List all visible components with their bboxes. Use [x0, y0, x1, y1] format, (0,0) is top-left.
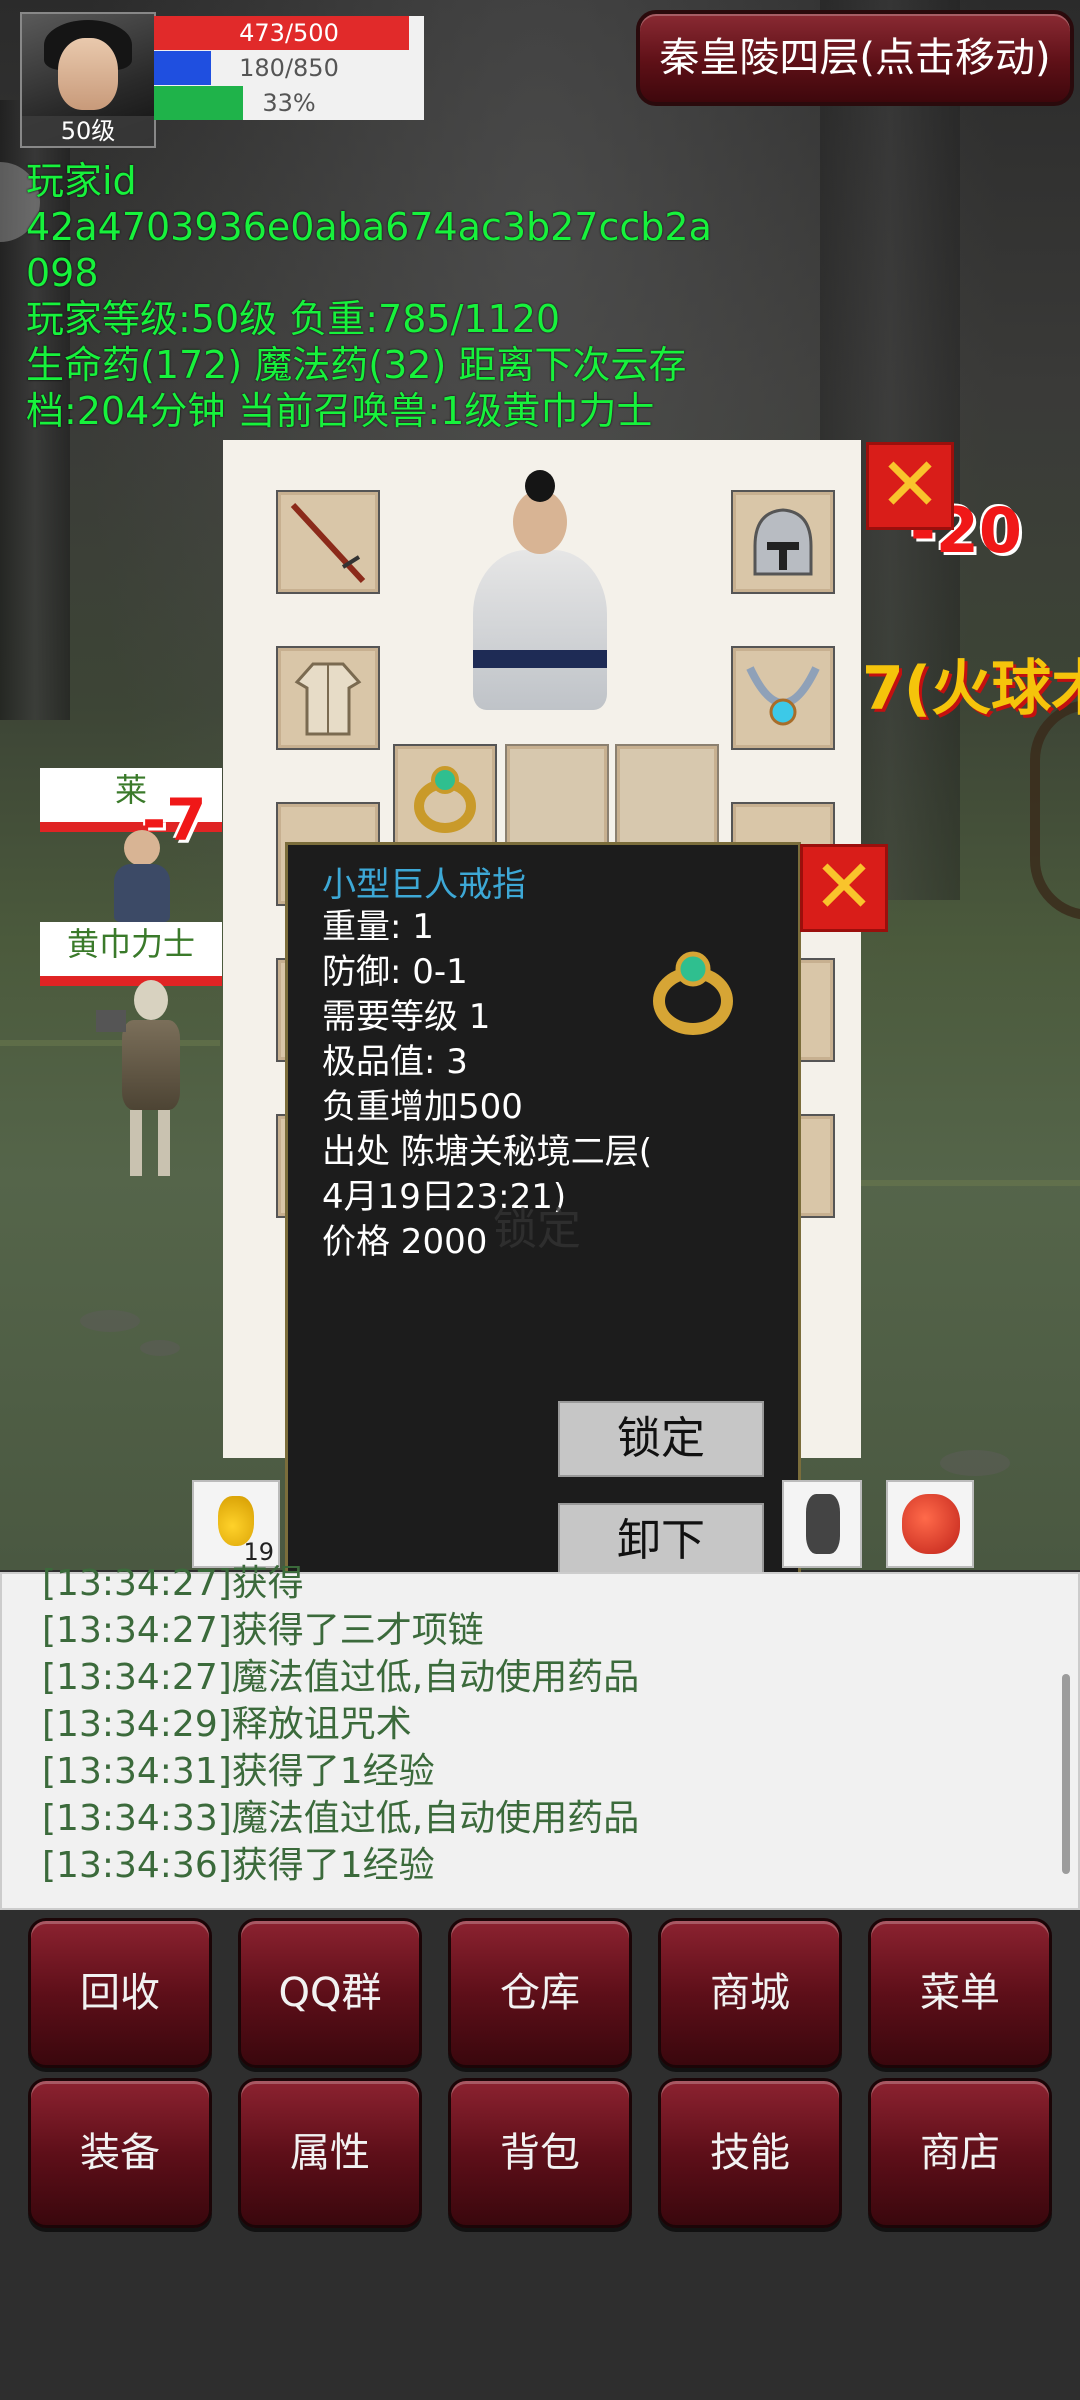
info-line: 档:204分钟 当前召唤兽:1级黄巾力士 — [26, 389, 655, 433]
xp-bar: 33% — [154, 86, 424, 120]
hero-belt — [473, 650, 607, 668]
item-load-bonus: 负重增加500 — [322, 1087, 523, 1127]
item-name: 小型巨人戒指 — [322, 865, 526, 905]
menu-button-8[interactable]: 背包 — [448, 2078, 632, 2228]
menu-button-4[interactable]: 商城 — [658, 1918, 842, 2068]
menu-button-7[interactable]: 属性 — [238, 2078, 422, 2228]
item-source: 出处 陈塘关秘境二层( — [322, 1132, 653, 1172]
map-move-button[interactable]: 秦皇陵四层(点击移动) — [636, 10, 1074, 106]
skeleton-icon — [806, 1494, 840, 1554]
log-entry: [13:34:29]释放诅咒术 — [42, 1704, 412, 1745]
item-quality: 极品值: 3 — [322, 1042, 468, 1082]
rock — [940, 1450, 1010, 1476]
lock-button[interactable]: 锁定 — [558, 1401, 764, 1477]
menu-button-6[interactable]: 装备 — [28, 2078, 212, 2228]
mp-bar: 180/850 — [154, 51, 424, 85]
menu-button-10[interactable]: 商店 — [868, 2078, 1052, 2228]
log-scrollbar[interactable] — [1062, 1674, 1070, 1874]
pet-quickslot[interactable] — [886, 1480, 974, 1568]
menu-button-3[interactable]: 仓库 — [448, 1918, 632, 2068]
summon-quickslot[interactable] — [782, 1480, 862, 1568]
log-entry: [13:34:27]获得 — [42, 1563, 304, 1604]
player-id-tail: 098 — [26, 251, 99, 295]
log-entry: [13:34:27]魔法值过低,自动使用药品 — [42, 1657, 640, 1698]
player-avatar[interactable]: 50级 — [20, 12, 156, 148]
helmet-slot[interactable] — [731, 490, 835, 594]
ring-icon — [643, 939, 743, 1039]
ring-slot[interactable] — [393, 744, 497, 848]
stats-panel: 473/500 180/850 33% — [154, 16, 424, 120]
armor-slot[interactable] — [276, 646, 380, 750]
menu-button-5[interactable]: 菜单 — [868, 1918, 1052, 2068]
skill-damage-text: 7(火球术 — [862, 654, 1080, 724]
mp-text: 180/850 — [239, 54, 339, 82]
avatar-face — [58, 38, 118, 110]
cart-wheel — [1030, 700, 1080, 920]
info-line: 玩家id — [26, 159, 137, 203]
hero-robe — [473, 550, 607, 710]
grass — [860, 1180, 1080, 1186]
hero-portrait — [463, 470, 613, 710]
weapon-slot[interactable] — [276, 490, 380, 594]
info-line: 生命药(172) 魔法药(32) 距离下次云存 — [26, 343, 687, 387]
helmet-icon — [733, 492, 833, 592]
summon-name: 黄巾力士 — [66, 925, 195, 963]
ally-character[interactable] — [92, 830, 192, 922]
hp-text: 473/500 — [239, 19, 339, 47]
summon-skeleton[interactable] — [96, 980, 206, 1180]
player-id: 42a4703936e0aba674ac3b27ccb2a — [26, 205, 712, 249]
message-log[interactable]: [13:34:27]获得 [13:34:27]获得了三才项链 [13:34:27]魔… — [0, 1563, 1080, 1910]
empty-slot[interactable] — [505, 744, 609, 848]
summon-nameplate: 黄巾力士 — [40, 922, 222, 986]
rock — [80, 1310, 140, 1332]
menu-button-2[interactable]: QQ群 — [238, 1918, 422, 2068]
hero-topknot — [525, 470, 555, 502]
hp-bar: 473/500 — [154, 16, 424, 50]
close-equipment-button[interactable]: ✕ — [866, 442, 954, 530]
empty-slot[interactable] — [615, 744, 719, 848]
log-entry: [13:34:27]获得了三才项链 — [42, 1610, 484, 1651]
log-entry: [13:34:33]魔法值过低,自动使用药品 — [42, 1798, 640, 1839]
player-level-label: 50级 — [22, 116, 154, 146]
xp-text: 33% — [262, 89, 316, 117]
sword-icon — [278, 492, 378, 592]
necklace-slot[interactable] — [731, 646, 835, 750]
dragon-icon — [902, 1494, 960, 1554]
lock-label-behind: 锁定 — [493, 1204, 581, 1255]
log-entry: [13:34:36]获得了1经验 — [42, 1845, 435, 1886]
potion-quickslot[interactable]: 19 — [192, 1480, 280, 1568]
menu-button-1[interactable]: 回收 — [28, 1918, 212, 2068]
log-lines: [13:34:27]获得 [13:34:27]获得了三才项链 [13:34:27]魔… — [42, 1563, 640, 1889]
close-tooltip-button[interactable]: ✕ — [800, 844, 888, 932]
menu-button-9[interactable]: 技能 — [658, 2078, 842, 2228]
log-entry: [13:34:31]获得了1经验 — [42, 1751, 435, 1792]
player-info: 玩家id 42a4703936e0aba674ac3b27ccb2a 098 玩… — [26, 158, 726, 434]
rock — [140, 1340, 180, 1356]
robe-icon — [278, 648, 378, 748]
info-line: 玩家等级:50级 负重:785/1120 — [26, 297, 561, 341]
necklace-icon — [733, 648, 833, 748]
ring-icon — [395, 746, 495, 846]
